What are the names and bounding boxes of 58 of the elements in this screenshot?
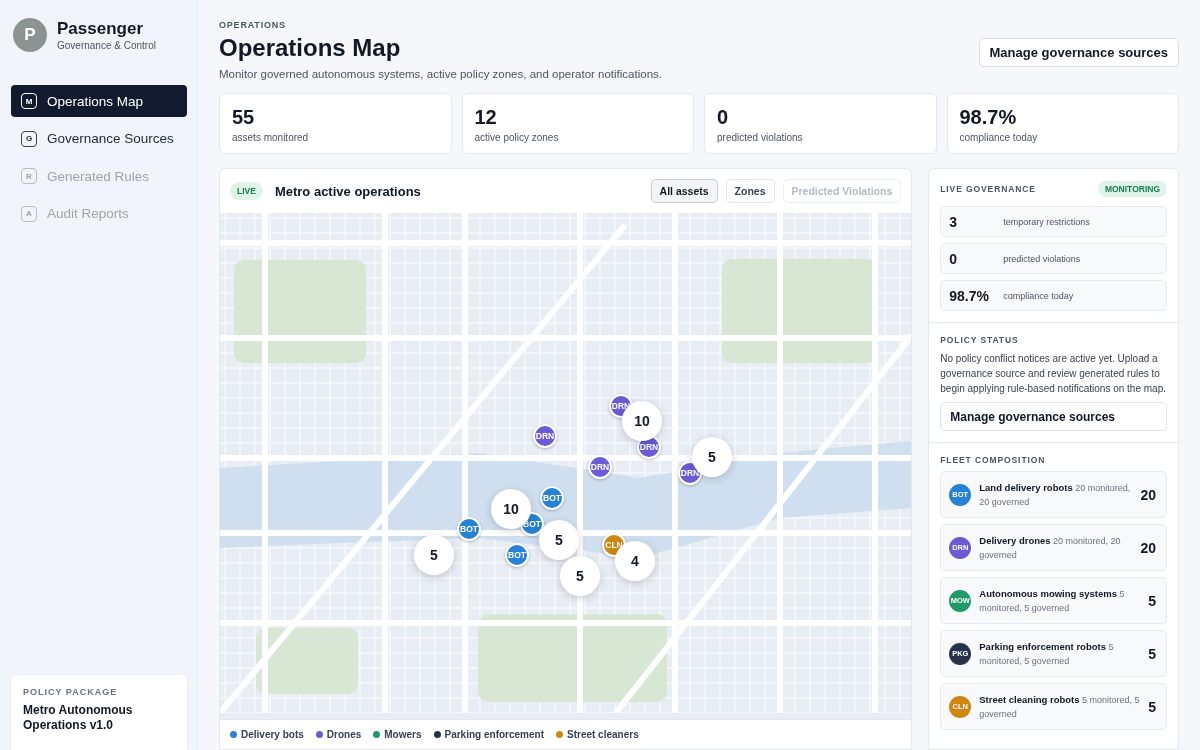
legend-label: Street cleaners bbox=[567, 729, 639, 740]
metric-value: 0 bbox=[949, 250, 959, 267]
stat-label: active policy zones bbox=[474, 132, 560, 143]
fleet-count: 5 bbox=[1148, 592, 1156, 609]
nav-key-icon: M bbox=[21, 93, 37, 109]
nav-label: Operations Map bbox=[47, 93, 144, 109]
nav-key-icon: A bbox=[21, 205, 37, 222]
brand-avatar: P bbox=[13, 18, 47, 52]
section-title: LIVE GOVERNANCE bbox=[940, 184, 1036, 194]
brand-tagline: Governance & Control bbox=[57, 40, 156, 51]
nav-label: Governance Sources bbox=[47, 131, 174, 146]
legend-label: Mowers bbox=[384, 729, 422, 740]
policy-package-name: Metro Autonomous Operations v1.0 bbox=[23, 702, 134, 734]
policy-package-label: POLICY PACKAGE bbox=[23, 686, 119, 697]
metric-label: temporary restrictions bbox=[1003, 216, 1091, 227]
filter-button[interactable]: All assets bbox=[650, 179, 718, 203]
manage-sources-button[interactable]: Manage governance sources bbox=[978, 38, 1179, 67]
filter-button[interactable]: Zones bbox=[725, 179, 775, 203]
fleet-description: Autonomous mowing systems 5 monitored, 5 governed bbox=[979, 586, 1126, 615]
nav-key-icon: R bbox=[21, 168, 37, 184]
page-subtitle: Monitor governed autonomous systems, active policy zones, and operator notifications. bbox=[219, 68, 662, 80]
page-eyebrow: OPERATIONS bbox=[219, 20, 287, 30]
policy-status-text: No policy conflict notices are active yet. Upload a governance source and review generated rules to begin applying rule-based notifications on the map. bbox=[940, 352, 1167, 396]
stat-label: predicted violations bbox=[717, 132, 804, 143]
section-title: FLEET COMPOSITION bbox=[940, 455, 1047, 465]
stat-value: 98.7% bbox=[959, 106, 1018, 129]
stat-value: 0 bbox=[717, 106, 730, 129]
fleet-description: Street cleaning robots 5 monitored, 5 governed bbox=[979, 692, 1141, 721]
nav-key-icon: G bbox=[21, 130, 37, 147]
stat-label: assets monitored bbox=[232, 132, 310, 143]
metric-value: 3 bbox=[949, 213, 959, 230]
legend-label: Drones bbox=[326, 729, 362, 740]
fleet-count: 5 bbox=[1148, 645, 1156, 662]
legend-label: Parking enforcement bbox=[444, 729, 544, 740]
manage-sources-button[interactable]: Manage governance sources bbox=[940, 402, 1167, 431]
brand-name: Passenger bbox=[57, 19, 144, 39]
metric-label: compliance today bbox=[1003, 290, 1075, 301]
page-title: Operations Map bbox=[219, 34, 402, 62]
nav-item[interactable]: G Governance Sources bbox=[11, 122, 187, 155]
section-title: POLICY STATUS bbox=[940, 335, 1020, 345]
stat-label: compliance today bbox=[959, 132, 1039, 143]
fleet-count: 5 bbox=[1148, 698, 1156, 715]
fleet-count: 20 bbox=[1140, 539, 1156, 556]
nav-label: Audit Reports bbox=[47, 206, 129, 221]
live-badge: LIVE bbox=[230, 182, 263, 200]
fleet-description: Delivery drones 20 monitored, 20 governed bbox=[979, 533, 1122, 562]
stat-value: 55 bbox=[232, 106, 256, 129]
metric-label: predicted violations bbox=[1003, 253, 1082, 264]
metric-value: 98.7% bbox=[949, 287, 990, 304]
fleet-description: Parking enforcement robots 5 monitored, 5 governed bbox=[979, 639, 1115, 668]
fleet-count: 20 bbox=[1140, 486, 1156, 503]
fleet-description: Land delivery robots 20 monitored, 20 governed bbox=[979, 480, 1132, 509]
map-title: Metro active operations bbox=[274, 183, 422, 199]
status-badge: MONITORING bbox=[1097, 181, 1167, 197]
stat-value: 12 bbox=[474, 106, 498, 129]
nav-label: Generated Rules bbox=[47, 168, 150, 184]
nav-item[interactable]: M Operations Map bbox=[11, 85, 187, 117]
legend-label: Delivery bots bbox=[241, 729, 304, 740]
